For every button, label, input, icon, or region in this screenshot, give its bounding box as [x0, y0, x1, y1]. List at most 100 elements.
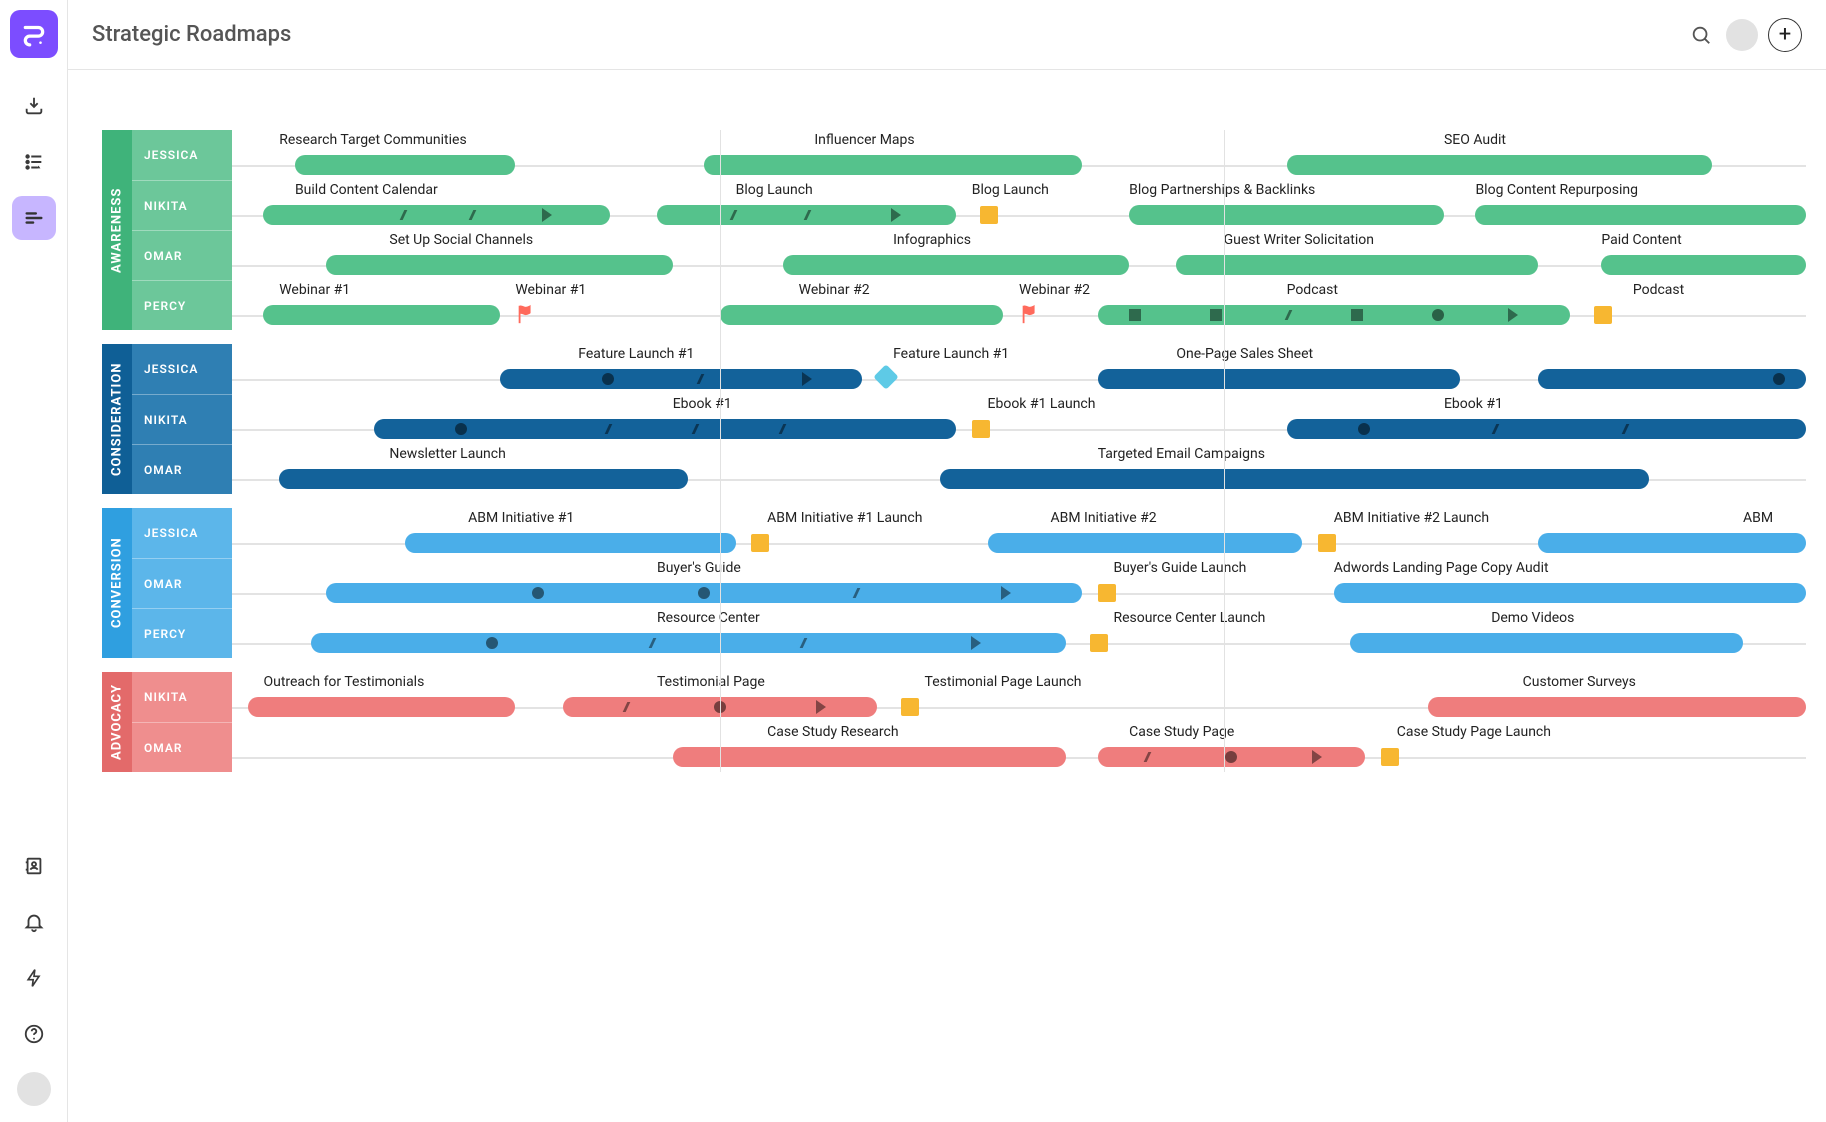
list-icon[interactable] [12, 140, 56, 184]
swimlane-person[interactable]: NIKITA [132, 180, 232, 230]
roadmap-bar[interactable] [279, 469, 688, 489]
search-icon[interactable] [1684, 18, 1718, 52]
roadmap-bar[interactable] [326, 583, 1082, 603]
bar-label: Infographics [893, 232, 971, 248]
roadmap-bar[interactable] [1098, 305, 1570, 325]
roadmap-bar[interactable] [500, 369, 862, 389]
milestone-flag[interactable] [515, 302, 537, 330]
bar-label: Targeted Email Campaigns [1098, 446, 1265, 462]
roadmap-bar[interactable] [940, 469, 1648, 489]
left-nav [0, 0, 68, 1122]
roadmap-bar[interactable] [1428, 697, 1806, 717]
swimlane-person[interactable]: OMAR [132, 722, 232, 772]
roadmap-bar[interactable] [248, 697, 516, 717]
timeline-divider [1224, 130, 1225, 772]
timeline-icon[interactable] [12, 196, 56, 240]
roadmap-bar[interactable] [1176, 255, 1538, 275]
bar-label: Webinar #2 [799, 282, 870, 298]
roadmap-bar[interactable] [295, 155, 515, 175]
app-logo[interactable] [10, 10, 58, 58]
bar-label: Testimonial Page Launch [925, 674, 1082, 690]
group-header[interactable]: AWARENESS [102, 130, 132, 330]
roadmap-bar[interactable] [1350, 633, 1744, 653]
roadmap-bar[interactable] [657, 205, 956, 225]
roadmap-bar[interactable] [374, 419, 956, 439]
milestone-square[interactable] [1098, 584, 1116, 602]
milestone-square[interactable] [972, 420, 990, 438]
bar-label: Case Study Page [1129, 724, 1234, 740]
swimlane-person[interactable]: OMAR [132, 558, 232, 608]
milestone-flag[interactable] [1019, 302, 1041, 330]
swimlane-person[interactable]: PERCY [132, 608, 232, 658]
roadmap-bar[interactable] [988, 533, 1303, 553]
group-header[interactable]: CONSIDERATION [102, 344, 132, 494]
milestone-square[interactable] [1594, 306, 1612, 324]
contacts-icon[interactable] [12, 844, 56, 888]
bar-label: ABM Initiative #1 Launch [767, 510, 922, 526]
roadmap-bar[interactable] [326, 255, 672, 275]
group-header[interactable]: ADVOCACY [102, 672, 132, 772]
timeline-row: Outreach for TestimonialsTestimonial Pag… [232, 672, 1806, 722]
bar-label: Feature Launch #1 [578, 346, 694, 362]
swimlane-person[interactable]: JESSICA [132, 344, 232, 394]
roadmap-bar[interactable] [311, 633, 1067, 653]
user-avatar-small[interactable] [17, 1072, 51, 1106]
bolt-icon[interactable] [12, 956, 56, 1000]
roadmap-bar[interactable] [1098, 747, 1366, 767]
bar-label: Guest Writer Solicitation [1224, 232, 1374, 248]
bar-label: Research Target Communities [279, 132, 466, 148]
topbar: Strategic Roadmaps + [68, 0, 1826, 70]
bar-label: SEO Audit [1444, 132, 1506, 148]
roadmap-bar[interactable] [783, 255, 1129, 275]
roadmap-bar[interactable] [1098, 369, 1460, 389]
timeline-row: Build Content CalendarBlog LaunchBlog La… [232, 180, 1806, 230]
milestone-square[interactable] [1381, 748, 1399, 766]
bar-label: Case Study Research [767, 724, 898, 740]
swimlane-person[interactable]: PERCY [132, 280, 232, 330]
bar-label: Podcast [1633, 282, 1684, 298]
timeline-row: ABM Initiative #1ABM Initiative #1 Launc… [232, 508, 1806, 558]
roadmap-bar[interactable] [720, 305, 1003, 325]
roadmap-bar[interactable] [1287, 155, 1712, 175]
add-button[interactable]: + [1768, 18, 1802, 52]
inbox-icon[interactable] [12, 84, 56, 128]
timeline-divider [720, 130, 721, 772]
roadmap-bar[interactable] [263, 205, 609, 225]
milestone-square[interactable] [751, 534, 769, 552]
bar-label: Ebook #1 Launch [988, 396, 1096, 412]
roadmap-bar[interactable] [704, 155, 1082, 175]
bar-label: Build Content Calendar [295, 182, 438, 198]
roadmap-bar[interactable] [1538, 369, 1806, 389]
roadmap-bar[interactable] [1287, 419, 1806, 439]
roadmap-bar[interactable] [1538, 533, 1806, 553]
milestone-square[interactable] [1090, 634, 1108, 652]
swimlane-person[interactable]: NIKITA [132, 394, 232, 444]
bar-label: Feature Launch #1 [893, 346, 1009, 362]
milestone-square[interactable] [980, 206, 998, 224]
milestone-diamond[interactable] [874, 364, 899, 389]
roadmap-bar[interactable] [1334, 583, 1806, 603]
roadmap-bar[interactable] [1475, 205, 1806, 225]
bar-label: Newsletter Launch [389, 446, 505, 462]
bell-icon[interactable] [12, 900, 56, 944]
swimlane-person[interactable]: JESSICA [132, 130, 232, 180]
roadmap-bar[interactable] [1601, 255, 1806, 275]
user-avatar[interactable] [1726, 19, 1758, 51]
roadmap-bar[interactable] [405, 533, 736, 553]
bar-label: Testimonial Page [657, 674, 765, 690]
bar-label: Blog Content Repurposing [1475, 182, 1638, 198]
milestone-square[interactable] [1318, 534, 1336, 552]
swimlane-person[interactable]: JESSICA [132, 508, 232, 558]
roadmap-bar[interactable] [673, 747, 1067, 767]
milestone-square[interactable] [901, 698, 919, 716]
swimlane-person[interactable]: OMAR [132, 444, 232, 494]
swimlane-person[interactable]: NIKITA [132, 672, 232, 722]
group-header[interactable]: CONVERSION [102, 508, 132, 658]
roadmap-bar[interactable] [1129, 205, 1444, 225]
bar-label: Webinar #2 [1019, 282, 1090, 298]
page-title: Strategic Roadmaps [92, 22, 291, 47]
swimlane-person[interactable]: OMAR [132, 230, 232, 280]
help-icon[interactable] [12, 1012, 56, 1056]
roadmap-bar[interactable] [263, 305, 499, 325]
timeline-row: Newsletter Launch Targeted Email Campaign… [232, 444, 1806, 494]
